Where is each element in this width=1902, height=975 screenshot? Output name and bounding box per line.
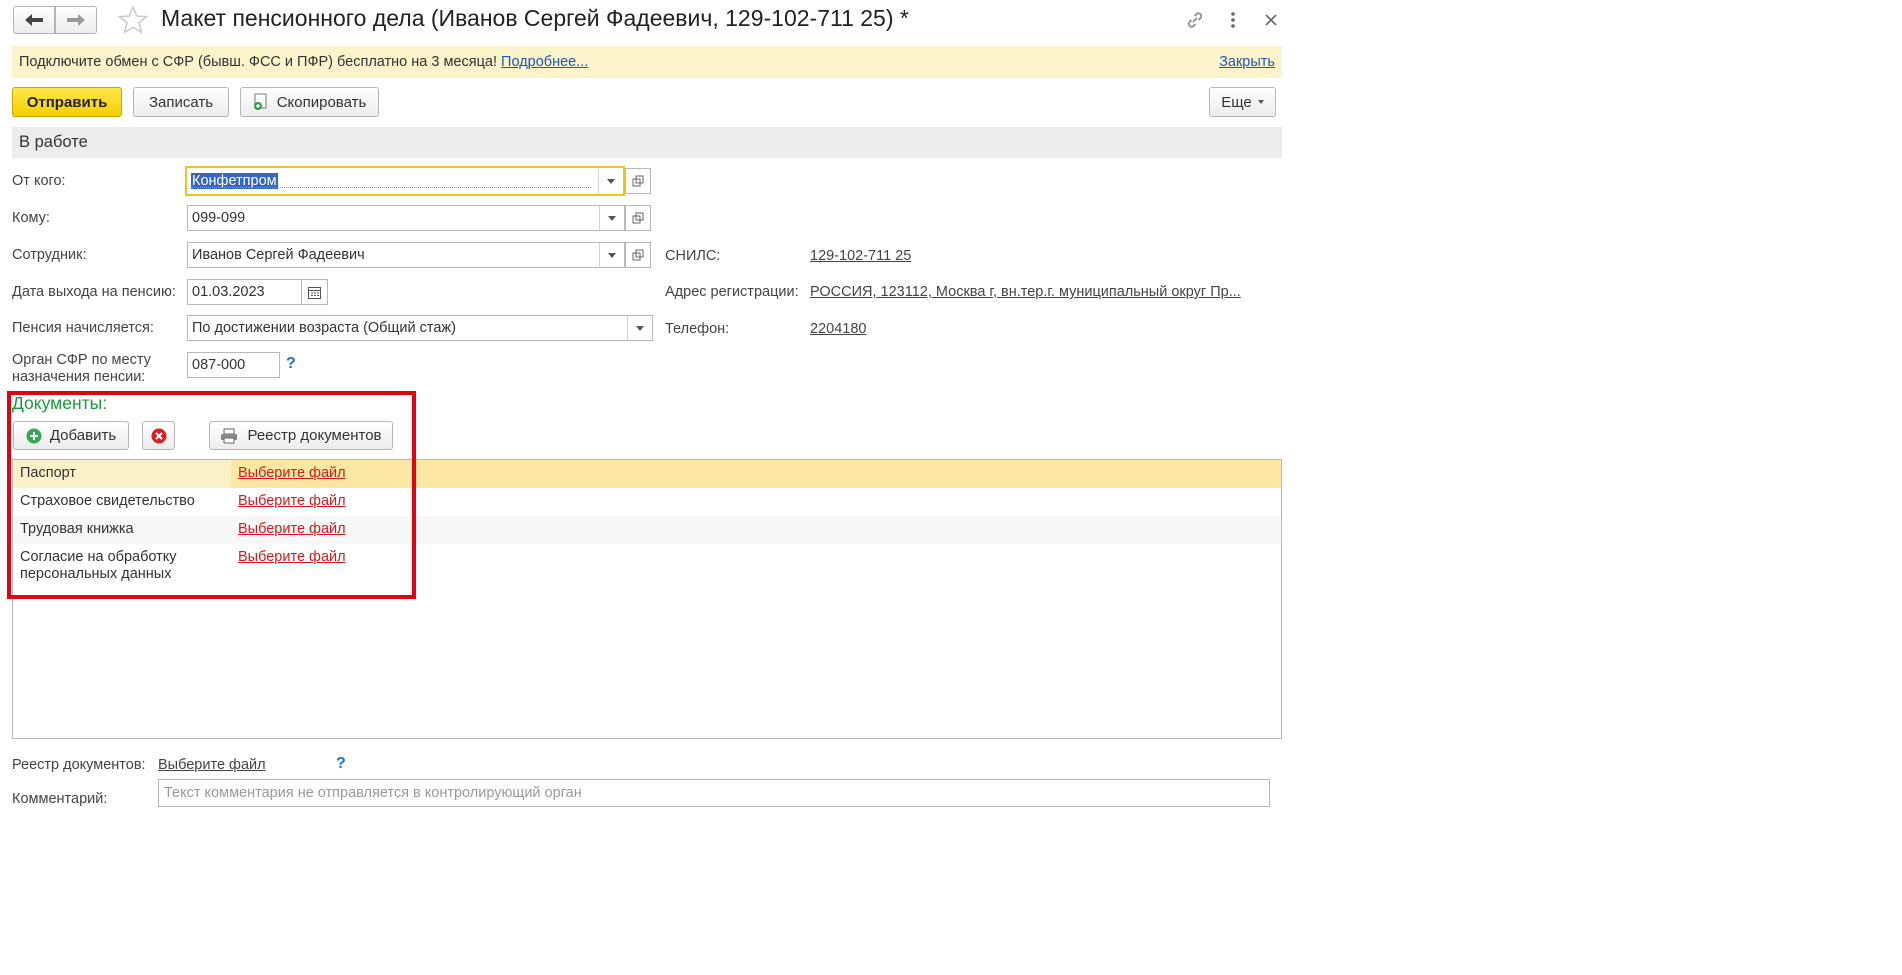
employee-dropdown-button[interactable]: [599, 243, 624, 267]
copy-button[interactable]: Скопировать: [240, 87, 379, 117]
from-underline: [191, 187, 591, 188]
window-title: Макет пенсионного дела (Иванов Сергей Фа…: [161, 5, 909, 31]
sfr-label-line1: Орган СФР по месту: [12, 352, 151, 368]
arrow-right-icon: [67, 14, 85, 26]
banner-text: Подключите обмен с СФР (бывш. ФСС и ПФР)…: [19, 54, 497, 70]
open-window-icon: [632, 175, 644, 187]
phone-label: Телефон:: [665, 321, 730, 337]
sfr-value: 087-000: [192, 357, 246, 373]
pension-value: По достижении возраста (Общий стаж): [192, 320, 456, 336]
registry-label: Реестр документов:: [12, 757, 146, 773]
to-field[interactable]: 099-099: [187, 205, 625, 231]
chevron-down-icon: [1257, 100, 1264, 104]
link-icon[interactable]: [1183, 8, 1207, 32]
send-button[interactable]: Отправить: [12, 87, 122, 117]
snils-link[interactable]: 129-102-711 25: [810, 248, 911, 264]
retire-date-value: 01.03.2023: [192, 284, 265, 300]
open-window-icon: [632, 249, 644, 261]
from-dropdown-button[interactable]: [598, 168, 623, 194]
retire-date-label: Дата выхода на пенсию:: [12, 284, 176, 300]
comment-label: Комментарий:: [12, 791, 108, 807]
address-link[interactable]: РОССИЯ, 123112, Москва г, вн.тер.г. муни…: [810, 284, 1241, 300]
status-section: В работе: [12, 127, 1282, 158]
open-window-icon: [632, 212, 644, 224]
snils-label: СНИЛС:: [665, 248, 721, 264]
sfr-label-line2: назначения пенсии:: [12, 369, 146, 385]
from-field[interactable]: Конфетпром: [185, 166, 625, 196]
address-label: Адрес регистрации:: [665, 284, 799, 300]
employee-field[interactable]: Иванов Сергей Фадеевич: [187, 242, 625, 268]
phone-link[interactable]: 2204180: [810, 321, 866, 337]
favorite-star-icon[interactable]: [117, 4, 149, 39]
forward-button[interactable]: [55, 6, 97, 34]
copy-doc-icon: [253, 93, 267, 110]
sfr-field[interactable]: 087-000: [187, 352, 280, 378]
save-button-label: Записать: [148, 93, 214, 111]
to-open-button[interactable]: [625, 205, 651, 231]
pension-field[interactable]: По достижении возраста (Общий стаж): [187, 315, 653, 341]
from-open-button[interactable]: [625, 168, 651, 194]
comment-placeholder: Текст комментария не отправляется в конт…: [164, 785, 582, 801]
save-button[interactable]: Записать: [133, 87, 229, 117]
more-button-label: Еще: [1221, 93, 1252, 111]
calendar-button[interactable]: [301, 279, 328, 305]
banner-close-link[interactable]: Закрыть: [1219, 54, 1275, 70]
employee-open-button[interactable]: [625, 242, 651, 268]
pension-label: Пенсия начисляется:: [12, 320, 154, 336]
copy-button-label: Скопировать: [276, 93, 367, 111]
promo-banner: Подключите обмен с СФР (бывш. ФСС и ПФР)…: [12, 46, 1282, 78]
back-button[interactable]: [13, 6, 55, 34]
more-vertical-icon[interactable]: [1221, 8, 1245, 32]
employee-value: Иванов Сергей Фадеевич: [192, 247, 365, 263]
to-value: 099-099: [192, 210, 246, 226]
to-label: Кому:: [12, 210, 50, 226]
sfr-help-icon[interactable]: ?: [286, 355, 296, 373]
pension-dropdown-button[interactable]: [627, 316, 652, 340]
retire-date-field[interactable]: 01.03.2023: [187, 279, 302, 305]
from-label: От кого:: [12, 173, 66, 189]
more-button[interactable]: Еще: [1209, 87, 1276, 117]
send-button-label: Отправить: [26, 93, 108, 111]
registry-help-icon[interactable]: ?: [336, 755, 346, 773]
comment-field[interactable]: Текст комментария не отправляется в конт…: [158, 779, 1270, 807]
registry-choose-file-link[interactable]: Выберите файл: [158, 757, 266, 773]
calendar-icon: [308, 286, 321, 299]
arrow-left-icon: [25, 14, 43, 26]
highlight-frame: [7, 391, 416, 599]
to-dropdown-button[interactable]: [599, 206, 624, 230]
employee-label: Сотрудник:: [12, 247, 87, 263]
banner-more-link[interactable]: Подробнее...: [501, 54, 588, 70]
status-label: В работе: [19, 133, 88, 151]
close-icon[interactable]: [1259, 8, 1283, 32]
